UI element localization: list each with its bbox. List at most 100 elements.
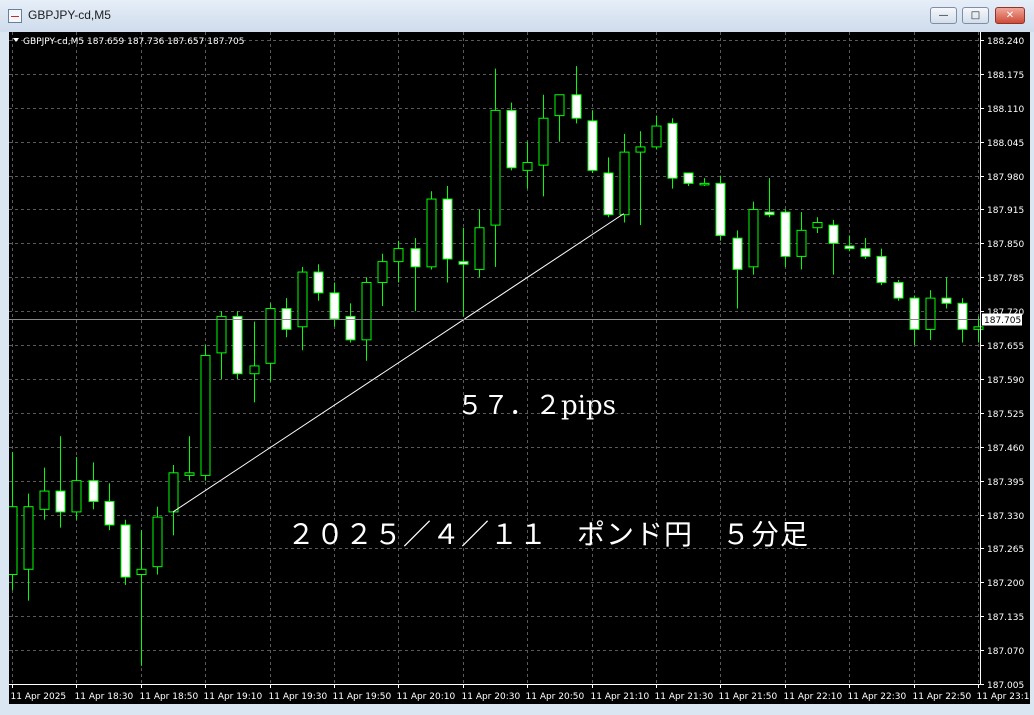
candle-bull: [184, 472, 195, 476]
candle-bear: [683, 172, 694, 184]
y-tick-label: 187.395: [987, 478, 1024, 488]
x-tick-label: 11 Apr 21:30: [655, 692, 714, 702]
y-tick-label: 187.460: [987, 444, 1024, 454]
candle-bear: [506, 109, 517, 169]
x-tick-label: 11 Apr 19:30: [269, 692, 328, 702]
x-tick-label: 11 Apr 20:10: [397, 692, 456, 702]
candle-bear: [281, 308, 292, 330]
y-tick-label: 187.525: [987, 410, 1024, 420]
y-tick-label: 188.175: [987, 71, 1024, 81]
y-tick-label: 187.980: [987, 173, 1024, 183]
x-tick-label: 11 Apr 18:30: [75, 692, 134, 702]
candle-bull: [538, 117, 549, 166]
candle-bear: [88, 480, 99, 502]
candle-bull: [490, 109, 501, 226]
candle-bull: [796, 229, 807, 257]
candle-bear: [458, 261, 469, 265]
candle-bull: [297, 271, 308, 328]
candles: [9, 66, 984, 666]
x-tick-label: 11 Apr 19:50: [333, 692, 392, 702]
y-tick-label: 188.045: [987, 139, 1024, 149]
candle-bear: [715, 182, 726, 237]
dropdown-triangle-icon: [13, 38, 19, 42]
candle-bull: [168, 472, 179, 513]
x-tick-label: 11 Apr 19:10: [204, 692, 263, 702]
x-tick-label: 11 Apr 20:30: [462, 692, 521, 702]
x-tick-label: 11 Apr 21:10: [591, 692, 650, 702]
pips-annotation: ５７．２pips: [457, 391, 616, 421]
candle-bull: [474, 227, 485, 270]
maximize-button[interactable]: □: [962, 7, 989, 24]
minimize-button[interactable]: —: [930, 7, 957, 24]
y-tick-label: 188.110: [987, 105, 1024, 115]
candle-bear: [828, 224, 839, 244]
candle-bull: [393, 248, 404, 263]
x-tick-label: 11 Apr 22:10: [784, 692, 843, 702]
symbol-header: GBPJPY-cd,M5 187.659 187.736 187.657 187…: [23, 37, 244, 47]
candle-bull: [426, 198, 437, 268]
x-tick-label: 11 Apr 20:50: [526, 692, 585, 702]
y-tick-label: 187.265: [987, 545, 1024, 555]
candle-bull: [554, 94, 565, 117]
candle-bull: [748, 208, 759, 268]
candle-bull: [9, 506, 18, 575]
candle-bear: [780, 211, 791, 257]
candle-bear: [442, 198, 453, 260]
candle-bull: [216, 315, 227, 354]
candle-bull: [265, 308, 276, 364]
candle-bear: [957, 302, 968, 330]
chart-bottom-strip: [9, 704, 1030, 715]
candle-bear: [909, 297, 920, 330]
y-tick-label: 187.135: [987, 613, 1024, 623]
candle-bear: [941, 297, 952, 304]
candle-bull: [973, 326, 984, 330]
candle-bull: [635, 146, 646, 153]
candle-bull: [71, 480, 82, 513]
candle-bull: [361, 281, 372, 341]
candle-bear: [876, 255, 887, 283]
window-titlebar[interactable]: GBPJPY-cd,M5 — □ ✕: [0, 0, 1034, 32]
candle-bear: [232, 315, 243, 375]
chart-svg[interactable]: 187.705GBPJPY-cd,M5 187.659 187.736 187.…: [9, 32, 1030, 704]
y-tick-label: 187.785: [987, 274, 1024, 284]
close-button[interactable]: ✕: [995, 7, 1025, 24]
price-chart[interactable]: 187.705 GBPJPY-cd,M5 187.659 187.736 187.…: [9, 32, 1030, 704]
y-tick-label: 188.240: [987, 37, 1024, 47]
candle-bear: [313, 271, 324, 294]
candle-bull: [23, 506, 34, 570]
y-tick-label: 187.590: [987, 376, 1024, 386]
candle-bull: [812, 222, 823, 229]
candle-bear: [764, 211, 775, 216]
x-tick-label: 11 Apr 22:50: [913, 692, 972, 702]
candle-bear: [120, 524, 131, 578]
candle-bear: [603, 172, 614, 216]
candle-bear: [893, 281, 904, 299]
y-tick-label: 187.005: [987, 681, 1024, 691]
window-title: GBPJPY-cd,M5: [28, 8, 111, 22]
candle-bull: [249, 365, 260, 375]
candle-bull: [925, 297, 936, 330]
date-annotation: ２０２５／４／１１ ポンド円 ５分足: [287, 518, 809, 551]
x-tick-label: 11 Apr 18:50: [140, 692, 199, 702]
chart-window-icon: [8, 9, 22, 23]
candle-bull: [136, 568, 147, 575]
candle-bull: [522, 162, 533, 171]
candle-bear: [844, 245, 855, 250]
candle-bull: [200, 354, 211, 476]
candle-bull: [39, 490, 50, 510]
candle-bull: [651, 125, 662, 148]
candle-bear: [732, 237, 743, 270]
x-tick-label: 11 Apr 2025: [11, 692, 67, 702]
x-tick-label: 11 Apr 22:30: [848, 692, 907, 702]
candle-bear: [55, 490, 66, 513]
candle-bear: [410, 248, 421, 268]
candle-bull: [152, 516, 163, 568]
candle-bull: [699, 182, 710, 186]
x-tick-label: 11 Apr 21:50: [719, 692, 778, 702]
chart-window: GBPJPY-cd,M5 — □ ✕ 187.705 GBPJPY-cd,M5 1…: [0, 0, 1034, 715]
candle-bull: [377, 261, 388, 283]
candle-bear: [571, 94, 582, 119]
y-tick-label: 187.655: [987, 342, 1024, 352]
y-tick-label: 187.070: [987, 647, 1024, 657]
candle-bull: [619, 151, 630, 216]
